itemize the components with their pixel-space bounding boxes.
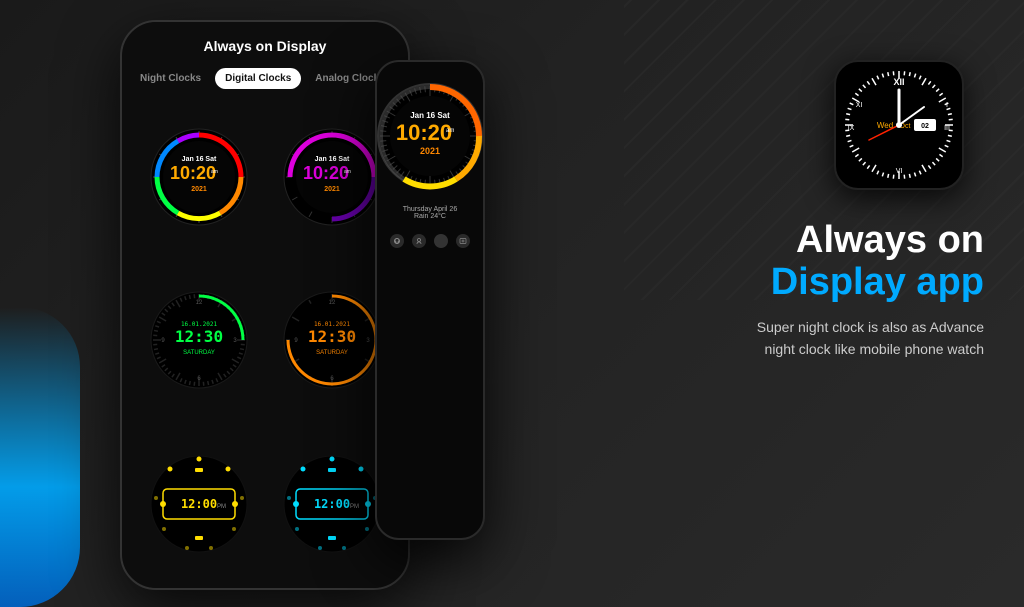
weather-condition: Rain 24°C [403,213,457,220]
app-icon-2 [412,234,426,248]
phone-title: Always on Display [204,38,327,54]
clock-svg-orange-digital: 12 3 6 9 16.01.2021 12:30 SATURDAY [282,290,382,390]
clock-item-green-digital[interactable]: 12 3 6 9 16.01.2021 12:30 SATURDAY [138,265,259,417]
svg-text:PM: PM [217,504,226,510]
hero-subtitle: Super night clock is also as Advance nig… [604,316,984,361]
clock-svg-rainbow: Jan 16 Sat 10:20 am 2021 [149,127,249,227]
svg-text:am: am [211,169,218,175]
app-icon-4 [456,234,470,248]
hero-subtitle-line2: night clock like mobile phone watch [765,341,984,357]
svg-text:10:20: 10:20 [302,163,348,183]
svg-text:PM: PM [350,504,359,510]
svg-text:12: 12 [328,300,335,306]
app-icon-1 [390,234,404,248]
hero-subtitle-line1: Super night clock is also as Advance [757,319,984,335]
svg-text:Jan 16 Sat: Jan 16 Sat [410,111,450,120]
hero-text-section: Always on Display app Super night clock … [604,220,984,360]
svg-text:Jan 16 Sat: Jan 16 Sat [314,156,349,163]
svg-text:SATURDAY: SATURDAY [183,350,215,356]
svg-text:2021: 2021 [324,186,340,193]
app-icon-3 [434,234,448,248]
svg-text:10:20: 10:20 [169,163,215,183]
svg-text:12:00: 12:00 [180,497,216,511]
clock-svg-yellow-rect: 12:00 PM [149,454,249,554]
svg-text:I: I [946,102,948,109]
app-icons-row [390,234,470,248]
svg-text:12: 12 [195,300,202,306]
tab-bar: Night Clocks Digital Clocks Analog Clock… [122,64,408,93]
clock-svg-cyan-rect: 12:00 PM [282,454,382,554]
svg-text:2021: 2021 [191,186,207,193]
svg-text:XI: XI [856,102,863,109]
svg-text:02: 02 [921,123,929,130]
clock-svg-green-digital: 12 3 6 9 16.01.2021 12:30 SATURDAY [149,290,249,390]
svg-text:VI: VI [896,168,903,175]
svg-text:am: am [344,169,351,175]
svg-text:XII: XII [893,77,904,87]
featured-clock-svg: Jan 16 Sat 10:20 am 2021 [376,82,484,190]
analog-watch: XII XI IX VI I III 02 Wed Oct [834,60,964,190]
svg-text:2021: 2021 [420,146,440,156]
clock-item-purple[interactable]: Jan 16 Sat 10:20 am 2021 [271,101,392,253]
svg-text:SATURDAY: SATURDAY [316,350,348,356]
tab-digital-clocks[interactable]: Digital Clocks [215,68,301,89]
svg-text:12:00: 12:00 [313,497,349,511]
clock-item-orange-digital[interactable]: 12 3 6 9 16.01.2021 12:30 SATURDAY [271,265,392,417]
blue-wave-decoration [0,307,80,607]
clock-item-rainbow[interactable]: Jan 16 Sat 10:20 am 2021 [138,101,259,253]
weather-date: Thursday April 26 [403,206,457,213]
hero-title-line1: Always on [604,220,984,262]
clocks-grid: Jan 16 Sat 10:20 am 2021 [122,93,408,588]
svg-text:Jan 16 Sat: Jan 16 Sat [181,156,216,163]
svg-text:am: am [446,128,454,134]
svg-text:IX: IX [848,125,855,132]
svg-text:12:30: 12:30 [307,327,355,346]
analog-watch-svg: XII XI IX VI I III 02 Wed Oct [839,65,959,185]
phone-header: Always on Display [122,22,408,64]
hero-title-line2: Display app [604,262,984,304]
clock-item-yellow-rect[interactable]: 12:00 PM [138,428,259,580]
svg-text:12:30: 12:30 [174,327,222,346]
clock-svg-purple: Jan 16 Sat 10:20 am 2021 [282,127,382,227]
svg-text:10:20: 10:20 [396,120,452,145]
clock-item-cyan-rect[interactable]: 12:00 PM [271,428,392,580]
phone-featured: Jan 16 Sat 10:20 am 2021 Thursday April … [375,60,485,540]
weather-section: Thursday April 26 Rain 24°C [403,206,457,220]
phone-mockup-main: Always on Display Night Clocks Digital C… [120,20,410,590]
svg-text:III: III [944,125,950,132]
tab-night-clocks[interactable]: Night Clocks [130,68,211,89]
